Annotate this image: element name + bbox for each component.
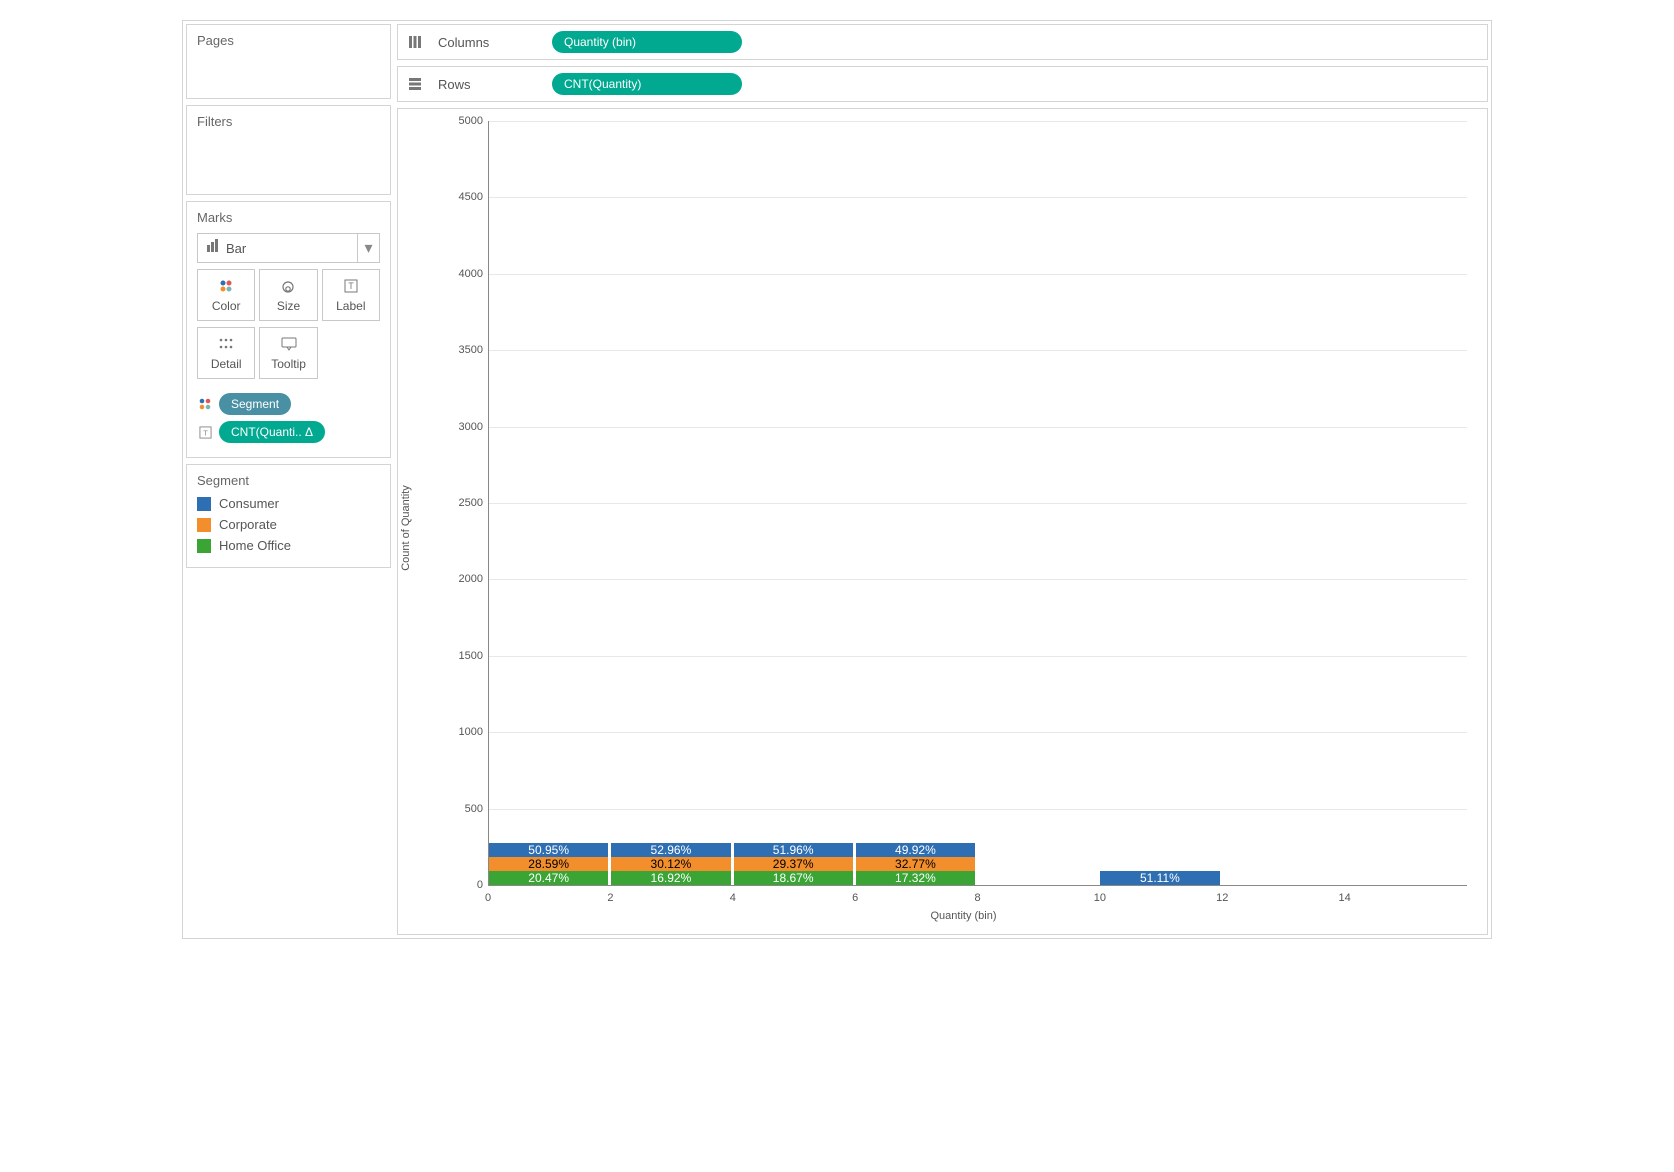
bar-column[interactable]: 16.92%30.12%52.96% [611, 843, 730, 885]
chart-canvas: Count of Quantity 0500100015002000250030… [397, 108, 1488, 935]
label-button[interactable]: T Label [322, 269, 380, 321]
columns-icon [406, 35, 424, 49]
bar-column[interactable]: 18.67%29.37%51.96% [734, 843, 853, 885]
legend-swatch [197, 497, 211, 511]
y-tick: 4000 [459, 268, 489, 280]
tooltip-label: Tooltip [271, 357, 306, 371]
y-axis-label: Count of Quantity [400, 485, 412, 571]
x-tick: 10 [1094, 886, 1106, 904]
mark-type-select[interactable]: Bar ▾ [197, 233, 380, 263]
cnt-pill[interactable]: CNT(Quanti.. Δ [219, 421, 325, 443]
y-tick: 2000 [459, 573, 489, 585]
x-axis-label: Quantity (bin) [460, 910, 1467, 922]
detail-button[interactable]: Detail [197, 327, 255, 379]
bar-segment[interactable]: 51.11% [1100, 871, 1219, 885]
y-tick: 5000 [459, 115, 489, 127]
plot-area: 0500100015002000250030003500400045005000… [488, 121, 1467, 886]
y-tick: 1500 [459, 650, 489, 662]
bar-segment[interactable]: 28.59% [489, 857, 608, 871]
bar-segment[interactable]: 16.92% [611, 871, 730, 885]
bar-segment[interactable]: 18.67% [734, 871, 853, 885]
columns-label: Columns [438, 35, 538, 50]
filters-shelf[interactable]: Filters [186, 105, 391, 195]
y-tick: 3500 [459, 344, 489, 356]
y-tick: 500 [465, 803, 489, 815]
y-tick: 3000 [459, 421, 489, 433]
legend-label: Home Office [219, 538, 291, 553]
x-tick: 6 [852, 886, 858, 904]
bar-segment[interactable]: 51.96% [734, 843, 853, 857]
y-tick: 2500 [459, 497, 489, 509]
bar-segment[interactable]: 32.77% [856, 857, 975, 871]
rows-label: Rows [438, 77, 538, 92]
marks-pill-segment-row: Segment [197, 393, 380, 415]
y-tick: 4500 [459, 191, 489, 203]
x-tick: 14 [1339, 886, 1351, 904]
bar-column[interactable]: 20.47%28.59%50.95% [489, 843, 608, 885]
legend-label: Consumer [219, 496, 279, 511]
tableau-workspace: Pages Filters Marks Bar ▾ Color [182, 20, 1492, 939]
legend-item[interactable]: Home Office [197, 538, 380, 553]
size-label: Size [277, 299, 300, 313]
segment-pill[interactable]: Segment [219, 393, 291, 415]
view-area: Columns Quantity (bin) Rows CNT(Quantity… [394, 21, 1491, 938]
bar-column[interactable]: 17.32%32.77%49.92% [856, 843, 975, 885]
side-panels: Pages Filters Marks Bar ▾ Color [183, 21, 394, 938]
columns-pill[interactable]: Quantity (bin) [552, 31, 742, 53]
size-button[interactable]: Size [259, 269, 317, 321]
legend-label: Corporate [219, 517, 277, 532]
x-tick: 8 [974, 886, 980, 904]
detail-icon [217, 335, 235, 353]
marks-title: Marks [197, 210, 380, 225]
legend-item[interactable]: Corporate [197, 517, 380, 532]
y-tick: 1000 [459, 726, 489, 738]
tooltip-button[interactable]: Tooltip [259, 327, 317, 379]
chevron-down-icon[interactable]: ▾ [357, 234, 379, 262]
bar-segment[interactable]: 49.92% [856, 843, 975, 857]
label-icon: T [197, 426, 213, 439]
marks-pill-cnt-row: T CNT(Quanti.. Δ [197, 421, 380, 443]
rows-pill[interactable]: CNT(Quantity) [552, 73, 742, 95]
label-label: Label [336, 299, 365, 313]
svg-text:T: T [348, 281, 354, 291]
bar-segment[interactable]: 20.47% [489, 871, 608, 885]
bar-segment[interactable]: 30.12% [611, 857, 730, 871]
detail-label: Detail [211, 357, 242, 371]
bar-column[interactable]: 51.11% [1100, 871, 1219, 885]
legend-card: Segment Consumer Corporate Home Office [186, 464, 391, 568]
bar-segment[interactable]: 29.37% [734, 857, 853, 871]
rows-icon [406, 77, 424, 91]
pages-shelf[interactable]: Pages [186, 24, 391, 99]
size-icon [279, 277, 297, 295]
label-icon: T [342, 277, 360, 295]
columns-shelf[interactable]: Columns Quantity (bin) [397, 24, 1488, 60]
mark-type-label: Bar [226, 241, 371, 256]
legend-item[interactable]: Consumer [197, 496, 380, 511]
legend-swatch [197, 539, 211, 553]
svg-text:T: T [203, 428, 208, 437]
pages-title: Pages [197, 33, 380, 48]
color-label: Color [212, 299, 241, 313]
rows-shelf[interactable]: Rows CNT(Quantity) [397, 66, 1488, 102]
bar-segment[interactable]: 50.95% [489, 843, 608, 857]
bar-icon [206, 239, 220, 258]
x-tick: 12 [1216, 886, 1228, 904]
x-tick: 2 [607, 886, 613, 904]
color-dots-icon [217, 277, 235, 295]
x-tick: 4 [730, 886, 736, 904]
marks-card: Marks Bar ▾ Color [186, 201, 391, 458]
legend-swatch [197, 518, 211, 532]
color-dots-icon [197, 396, 213, 412]
bar-segment[interactable]: 17.32% [856, 871, 975, 885]
filters-title: Filters [197, 114, 380, 129]
tooltip-icon [280, 335, 298, 353]
bar-segment[interactable]: 52.96% [611, 843, 730, 857]
x-tick: 0 [485, 886, 491, 904]
color-button[interactable]: Color [197, 269, 255, 321]
legend-title: Segment [197, 473, 380, 488]
